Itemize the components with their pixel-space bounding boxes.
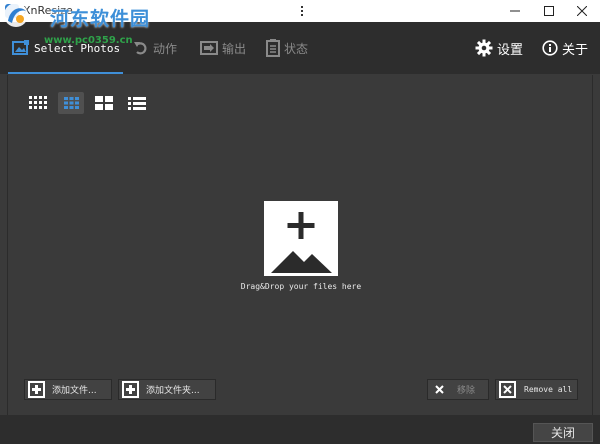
- view-list-button[interactable]: [124, 92, 150, 114]
- list-icon: [128, 96, 146, 110]
- view-small-grid-button[interactable]: [25, 92, 51, 114]
- add-folder-label: 添加文件夹...: [146, 386, 200, 396]
- add-files-button[interactable]: 添加文件...: [24, 379, 112, 400]
- view-large-grid-button[interactable]: [91, 92, 117, 114]
- footer-bar: 关闭: [0, 415, 600, 444]
- view-medium-grid-button[interactable]: [58, 92, 84, 114]
- add-folder-button[interactable]: 添加文件夹...: [118, 379, 216, 400]
- dropzone[interactable]: [264, 201, 338, 276]
- tab-label: 动作: [153, 41, 178, 56]
- list-document-icon: [266, 39, 280, 57]
- watermark-site-name: 河东软件园: [50, 8, 151, 30]
- add-files-label: 添加文件...: [52, 386, 97, 396]
- add-image-icon: [271, 212, 332, 273]
- gear-icon: [475, 39, 493, 57]
- menu-icon: [300, 6, 303, 16]
- active-tab-indicator: [8, 72, 123, 74]
- minimize-icon: [510, 10, 520, 12]
- undo-arrow-icon: [134, 42, 147, 55]
- file-panel: Drag&Drop your files here 添加文件... 添加文件夹.…: [7, 75, 593, 415]
- maximize-icon: [544, 6, 554, 16]
- window-menu-button[interactable]: [280, 0, 324, 22]
- remove-button[interactable]: 移除: [427, 379, 489, 400]
- remove-all-label: Remove all: [524, 385, 573, 394]
- watermark-logo: [4, 3, 28, 27]
- about-button[interactable]: 关于: [542, 22, 588, 74]
- add-folder-icon: [122, 381, 139, 398]
- grid-large-icon: [95, 96, 113, 110]
- close-icon: [577, 6, 587, 16]
- remove-icon: [435, 385, 444, 394]
- dropzone-hint: Drag&Drop your files here: [240, 282, 362, 291]
- about-label: 关于: [562, 42, 589, 58]
- export-icon: [200, 41, 218, 55]
- grid-small-icon: [29, 96, 47, 109]
- tab-status[interactable]: 状态: [266, 22, 308, 74]
- settings-label: 设置: [497, 42, 524, 58]
- photos-icon: [12, 40, 29, 55]
- remove-all-icon: [499, 381, 516, 398]
- grid-medium-icon: [63, 97, 79, 109]
- watermark-url: www.pc0359.cn: [44, 35, 133, 46]
- close-button[interactable]: 关闭: [533, 423, 593, 442]
- remove-label: 移除: [457, 386, 476, 396]
- tab-label: 状态: [284, 41, 309, 56]
- tab-label: 输出: [222, 41, 247, 56]
- tab-output[interactable]: 输出: [200, 22, 246, 74]
- remove-all-button[interactable]: Remove all: [495, 379, 578, 400]
- settings-button[interactable]: 设置: [475, 22, 523, 74]
- add-file-icon: [28, 381, 45, 398]
- info-icon: [542, 40, 558, 56]
- close-window-button[interactable]: [560, 0, 600, 22]
